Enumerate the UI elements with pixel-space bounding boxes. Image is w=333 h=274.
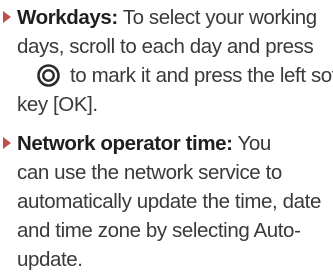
item-label: Workdays: [17, 6, 118, 29]
bullet-triangle-icon [3, 137, 11, 149]
network-time-description: Network operator time: You can use the n… [17, 129, 329, 274]
manual-page: Workdays: To select your working days, s… [0, 0, 333, 271]
workdays-description: Workdays: To select your working days, s… [17, 3, 333, 119]
text-line: can use the network service to [17, 161, 282, 184]
center-select-key-icon [37, 64, 60, 87]
text-segment: To select your working [117, 6, 317, 29]
text-line: days, scroll to each day and press [17, 35, 314, 58]
item-label: Network operator time: [17, 132, 233, 155]
text-line: automatically update the time, date [17, 190, 321, 213]
bullet-triangle-icon [3, 11, 11, 23]
text-segment: to mark it and press the left soft [70, 64, 333, 87]
text-line: Workdays: To select your working [17, 3, 329, 32]
text-segment: You [232, 132, 272, 155]
text-line: Network operator time: You [17, 129, 329, 158]
text-line: and time zone by selecting Auto- [17, 219, 301, 242]
text-line: to mark it and press the left soft [17, 61, 333, 90]
text-line: key [OK]. [17, 93, 98, 116]
